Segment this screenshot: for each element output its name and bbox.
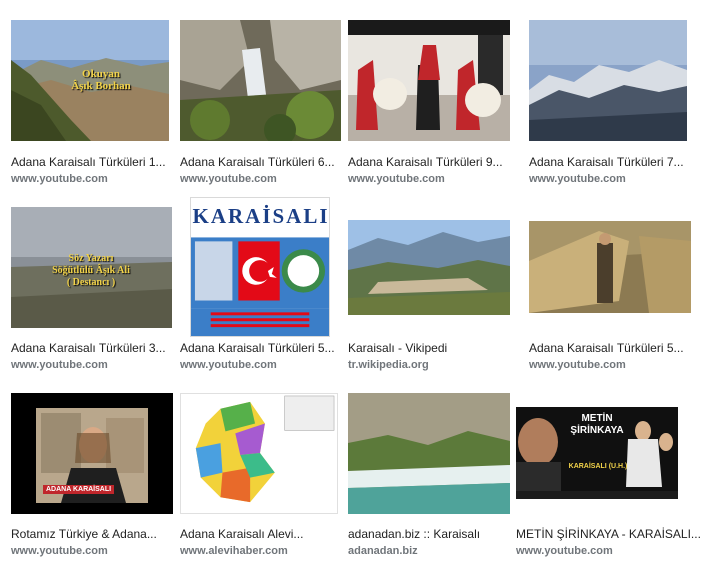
result-title[interactable]: adanadan.biz :: Karaisalı bbox=[348, 527, 526, 541]
result-source[interactable]: www.youtube.com bbox=[529, 173, 704, 185]
thumbnail-9-image bbox=[11, 393, 173, 514]
result-title[interactable]: Adana Karaisalı Türküleri 5... bbox=[529, 341, 706, 355]
thumbnail-7[interactable] bbox=[348, 220, 510, 315]
thumbnail-6[interactable]: KARAİSALI bbox=[190, 197, 330, 337]
overlay-line-2: Söğütlülü Âşık Ali bbox=[52, 265, 130, 276]
thumbnail-9[interactable]: ADANA KARAİSALI bbox=[11, 393, 173, 514]
thumbnail-2[interactable] bbox=[180, 20, 341, 141]
overlay-line-1: Okuyan bbox=[82, 68, 120, 80]
thumbnail-7-image bbox=[348, 220, 510, 315]
thumbnail-3[interactable] bbox=[348, 20, 510, 141]
result-title[interactable]: Adana Karaisalı Türküleri 1... bbox=[11, 155, 189, 169]
logo-title: KARAİSALI bbox=[192, 204, 330, 228]
thumbnail-8-image bbox=[529, 221, 691, 313]
result-title[interactable]: Karaisalı - Vikipedi bbox=[348, 341, 526, 355]
result-source[interactable]: www.youtube.com bbox=[348, 173, 523, 185]
result-source[interactable]: www.youtube.com bbox=[516, 545, 691, 557]
overlay-line-1: Söz Yazarı bbox=[68, 253, 114, 264]
result-source[interactable]: www.youtube.com bbox=[11, 173, 186, 185]
thumbnail-2-image bbox=[180, 20, 341, 141]
result-source[interactable]: www.youtube.com bbox=[11, 359, 186, 371]
singer-name-line-1: METİN bbox=[581, 413, 613, 424]
thumbnail-10[interactable] bbox=[180, 393, 338, 514]
result-source[interactable]: www.alevihaber.com bbox=[180, 545, 355, 557]
thumbnail-12[interactable]: METİN ŞİRİNKAYA KARAİSALI (U.H.) bbox=[516, 407, 678, 499]
result-source[interactable]: www.youtube.com bbox=[180, 359, 355, 371]
singer-name-line-2: ŞİRİNKAYA bbox=[570, 425, 624, 436]
result-source[interactable]: www.youtube.com bbox=[529, 359, 704, 371]
thumbnail-8[interactable] bbox=[529, 221, 691, 313]
result-title[interactable]: Adana Karaisalı Türküleri 5... bbox=[180, 341, 358, 355]
result-title[interactable]: Adana Karaisalı Türküleri 9... bbox=[348, 155, 526, 169]
result-source[interactable]: tr.wikipedia.org bbox=[348, 359, 523, 371]
result-title[interactable]: Adana Karaisalı Türküleri 6... bbox=[180, 155, 358, 169]
result-source[interactable]: adanadan.biz bbox=[348, 545, 523, 557]
result-title[interactable]: Rotamız Türkiye & Adana... bbox=[11, 527, 189, 541]
result-title[interactable]: Adana Karaisalı Türküleri 3... bbox=[11, 341, 189, 355]
thumbnail-1[interactable]: Okuyan Âşık Borhan bbox=[11, 20, 169, 141]
thumbnail-11[interactable] bbox=[348, 393, 510, 514]
thumbnail-11-image bbox=[348, 393, 510, 514]
thumbnail-3-image bbox=[348, 20, 510, 141]
result-title[interactable]: Adana Karaisalı Türküleri 7... bbox=[529, 155, 706, 169]
result-source[interactable]: www.youtube.com bbox=[180, 173, 355, 185]
result-title[interactable]: METİN ŞİRİNKAYA - KARAİSALI... bbox=[516, 527, 706, 541]
result-source[interactable]: www.youtube.com bbox=[11, 545, 186, 557]
thumbnail-4[interactable] bbox=[529, 20, 687, 141]
thumbnail-4-image bbox=[529, 20, 687, 141]
overlay-line-2: Âşık Borhan bbox=[71, 80, 131, 92]
song-badge: KARAİSALI (U.H.) bbox=[568, 463, 628, 470]
lower-third-badge: ADANA KARAİSALI bbox=[43, 485, 115, 494]
overlay-line-3: ( Destancı ) bbox=[66, 277, 116, 288]
thumbnail-10-image bbox=[181, 394, 337, 513]
result-title[interactable]: Adana Karaisalı Alevi... bbox=[180, 527, 358, 541]
thumbnail-5[interactable]: Söz Yazarı Söğütlülü Âşık Ali ( Destancı… bbox=[11, 207, 172, 328]
